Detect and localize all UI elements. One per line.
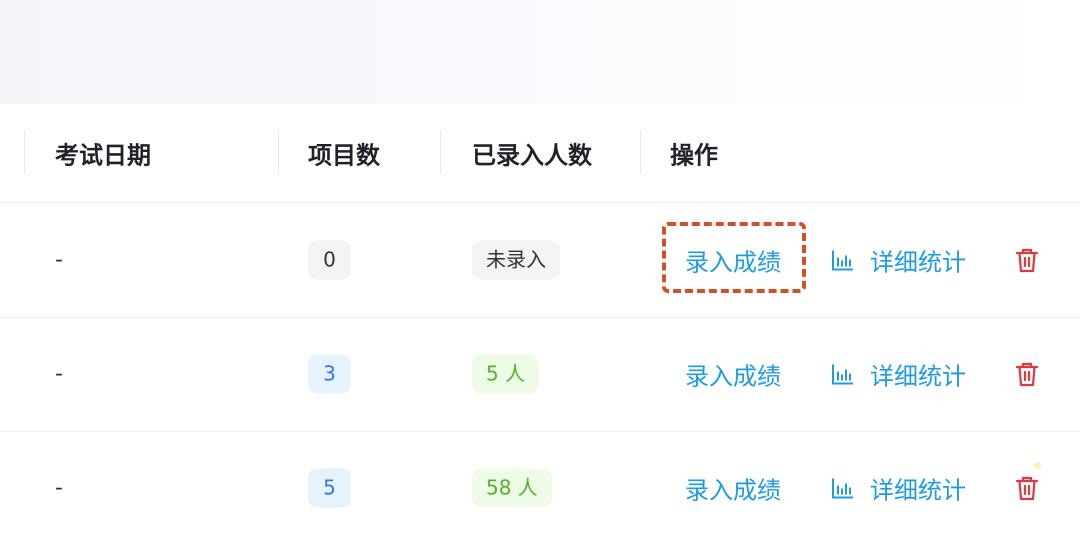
column-divider[interactable]	[24, 130, 25, 174]
bar-chart-icon	[830, 362, 854, 386]
detail-stats-label: 详细统计	[870, 248, 966, 277]
detail-stats-label: 详细统计	[870, 476, 966, 505]
detail-stats-button[interactable]: 详细统计	[830, 471, 966, 506]
enter-scores-link[interactable]: 录入成绩	[685, 471, 781, 506]
table-row: - 0 未录入 录入成绩 详细统计	[0, 203, 1080, 318]
table-row: - 5 58 人 录入成绩 详细统计	[0, 431, 1080, 543]
exam-date-cell: -	[55, 475, 63, 501]
trash-icon	[1015, 361, 1039, 387]
column-divider[interactable]	[440, 130, 441, 174]
decorative-dot	[1034, 462, 1041, 469]
item-count-badge: 3	[308, 354, 351, 394]
enter-scores-link[interactable]: 录入成绩	[685, 357, 781, 392]
column-header-actions: 操作	[670, 141, 718, 170]
exam-table-page: 考试日期 项目数 已录入人数 操作 - 0 未录入 录入成绩 详细统计 - 3 …	[0, 0, 1080, 543]
column-divider[interactable]	[278, 130, 279, 174]
delete-button[interactable]	[1015, 361, 1039, 387]
entered-count-tag: 5 人	[472, 354, 540, 394]
column-header-entered-count: 已录入人数	[472, 141, 592, 170]
delete-button[interactable]	[1015, 475, 1039, 501]
table-row: - 3 5 人 录入成绩 详细统计	[0, 317, 1080, 432]
bar-chart-icon	[830, 476, 854, 500]
detail-stats-button[interactable]: 详细统计	[830, 243, 966, 278]
trash-icon	[1015, 475, 1039, 501]
delete-button[interactable]	[1015, 247, 1039, 273]
column-header-item-count: 项目数	[308, 141, 380, 170]
column-divider[interactable]	[640, 130, 641, 174]
bar-chart-icon	[830, 248, 854, 272]
enter-scores-link[interactable]: 录入成绩	[685, 243, 781, 278]
exam-date-cell: -	[55, 361, 63, 387]
exam-date-cell: -	[55, 247, 63, 273]
entered-count-tag: 58 人	[472, 468, 552, 508]
item-count-badge: 5	[308, 468, 351, 508]
detail-stats-label: 详细统计	[870, 362, 966, 391]
toolbar-area	[0, 0, 1080, 104]
item-count-badge: 0	[308, 240, 351, 280]
entered-count-tag: 未录入	[472, 240, 560, 280]
detail-stats-button[interactable]: 详细统计	[830, 357, 966, 392]
trash-icon	[1015, 247, 1039, 273]
column-header-exam-date: 考试日期	[55, 141, 151, 170]
